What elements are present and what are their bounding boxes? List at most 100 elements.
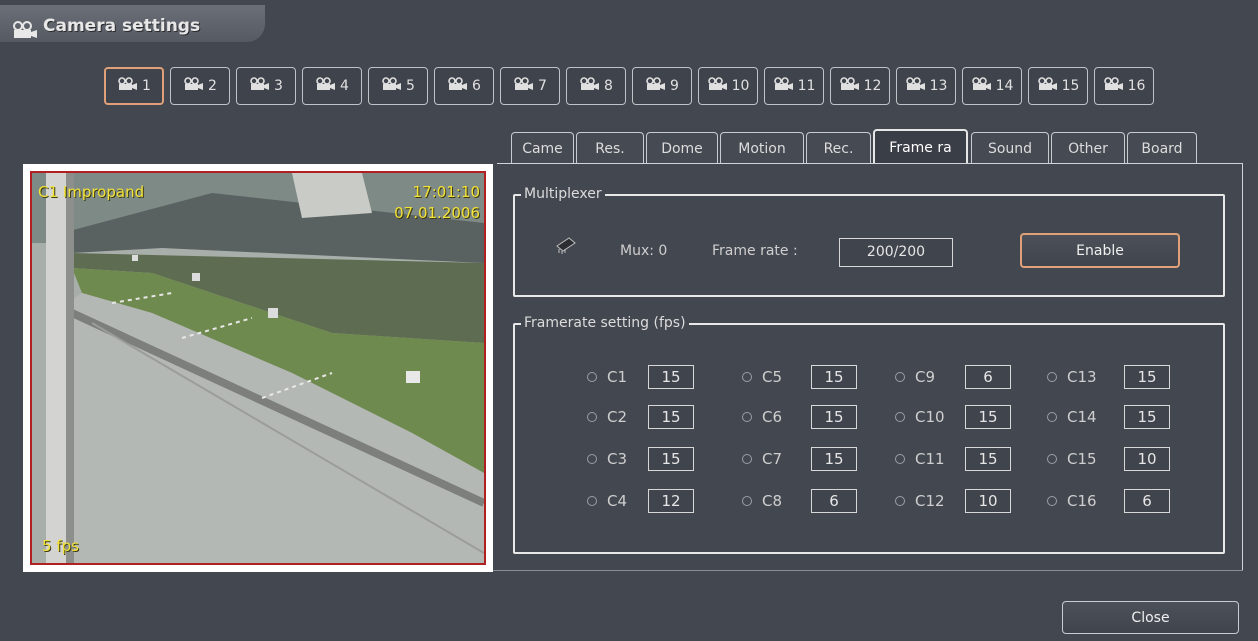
camera-button-10[interactable]: 10: [698, 67, 758, 105]
channel-fps-input[interactable]: 6: [965, 365, 1011, 389]
time-overlay: 17:01:10: [412, 183, 480, 201]
channel-label: C1: [607, 368, 628, 386]
channel-radio[interactable]: [587, 412, 597, 422]
channel-radio[interactable]: [895, 412, 905, 422]
camera-icon: [579, 77, 601, 95]
channel-radio[interactable]: [742, 496, 752, 506]
channel-fps-input[interactable]: 15: [648, 405, 694, 429]
channel-radio[interactable]: [587, 372, 597, 382]
camera-button-3[interactable]: 3: [236, 67, 296, 105]
tab-motion[interactable]: Motion: [720, 132, 804, 164]
channel-label: C4: [607, 492, 628, 510]
camera-icon: [773, 77, 795, 95]
tab-other[interactable]: Other: [1051, 132, 1125, 164]
camera-settings-window: Camera settings 1 2 3 4 5 6 7 8 9 10 11 12 13 14 15 16 …: [0, 0, 1258, 641]
camera-button-label: 3: [274, 78, 283, 94]
tab-divider: [497, 163, 1242, 164]
channel-label: C11: [915, 450, 945, 468]
channel-label: C12: [915, 492, 945, 510]
camera-icon: [183, 77, 205, 95]
tab-came[interactable]: Came: [511, 132, 574, 164]
channel-label: C13: [1067, 368, 1097, 386]
camera-button-label: 5: [406, 78, 415, 94]
channel-fps-input[interactable]: 15: [648, 447, 694, 471]
fps-overlay: 5 fps: [42, 537, 79, 555]
channel-label: C10: [915, 408, 945, 426]
close-button[interactable]: Close: [1062, 601, 1239, 634]
channel-radio[interactable]: [1047, 372, 1057, 382]
video-feed: C1 Impropand 17:01:10 07.01.2006 5 fps: [30, 171, 486, 565]
camera-button-9[interactable]: 9: [632, 67, 692, 105]
camera-button-2[interactable]: 2: [170, 67, 230, 105]
camera-button-8[interactable]: 8: [566, 67, 626, 105]
camera-button-1[interactable]: 1: [104, 67, 164, 105]
channel-fps-input[interactable]: 15: [811, 447, 857, 471]
enable-button[interactable]: Enable: [1020, 233, 1180, 268]
tab-dome[interactable]: Dome: [646, 132, 718, 164]
channel-label: C2: [607, 408, 628, 426]
channel-fps-input[interactable]: 15: [811, 405, 857, 429]
camera-icon: [117, 77, 139, 95]
channel-label: C14: [1067, 408, 1097, 426]
channel-fps-input[interactable]: 10: [965, 489, 1011, 513]
channel-fps-input[interactable]: 15: [965, 447, 1011, 471]
mux-label: Mux: 0: [620, 243, 668, 259]
channel-fps-input[interactable]: 6: [1124, 489, 1170, 513]
channel-label: C15: [1067, 450, 1097, 468]
channel-radio[interactable]: [895, 496, 905, 506]
camera-button-4[interactable]: 4: [302, 67, 362, 105]
channel-fps-input[interactable]: 12: [648, 489, 694, 513]
channel-radio[interactable]: [587, 454, 597, 464]
camera-button-12[interactable]: 12: [830, 67, 890, 105]
channel-radio[interactable]: [895, 372, 905, 382]
channel-fps-input[interactable]: 10: [1124, 447, 1170, 471]
camera-button-label: 13: [929, 78, 948, 94]
channel-label: C6: [762, 408, 783, 426]
camera-button-label: 10: [731, 78, 750, 94]
camera-button-label: 8: [604, 78, 613, 94]
camera-button-16[interactable]: 16: [1094, 67, 1154, 105]
camera-icon: [905, 77, 927, 95]
channel-fps-input[interactable]: 6: [811, 489, 857, 513]
camera-button-13[interactable]: 13: [896, 67, 956, 105]
channel-label: C3: [607, 450, 628, 468]
window-title: Camera settings: [43, 16, 201, 36]
tab-board[interactable]: Board: [1127, 132, 1197, 164]
channel-radio[interactable]: [1047, 454, 1057, 464]
channel-fps-input[interactable]: 15: [811, 365, 857, 389]
camera-image: [32, 173, 484, 563]
channel-label: C7: [762, 450, 783, 468]
camera-button-6[interactable]: 6: [434, 67, 494, 105]
channel-fps-input[interactable]: 15: [1124, 405, 1170, 429]
camera-button-label: 11: [797, 78, 816, 94]
tab-frame-ra[interactable]: Frame ra: [873, 129, 968, 164]
camera-button-15[interactable]: 15: [1028, 67, 1088, 105]
channel-radio[interactable]: [742, 412, 752, 422]
camera-icon: [12, 21, 38, 43]
tab-res[interactable]: Res.: [576, 132, 644, 164]
channel-fps-input[interactable]: 15: [648, 365, 694, 389]
frame-rate-label: Frame rate :: [712, 243, 798, 259]
camera-icon: [315, 77, 337, 95]
channel-radio[interactable]: [1047, 496, 1057, 506]
camera-button-14[interactable]: 14: [962, 67, 1022, 105]
channel-radio[interactable]: [1047, 412, 1057, 422]
camera-button-label: 2: [208, 78, 217, 94]
channel-fps-input[interactable]: 15: [965, 405, 1011, 429]
camera-button-11[interactable]: 11: [764, 67, 824, 105]
channel-radio[interactable]: [587, 496, 597, 506]
frame-rate-field[interactable]: 200/200: [839, 238, 953, 267]
camera-button-5[interactable]: 5: [368, 67, 428, 105]
camera-button-label: 15: [1061, 78, 1080, 94]
channel-radio[interactable]: [742, 372, 752, 382]
channel-fps-input[interactable]: 15: [1124, 365, 1170, 389]
channel-radio[interactable]: [742, 454, 752, 464]
camera-icon: [971, 77, 993, 95]
channel-radio[interactable]: [895, 454, 905, 464]
camera-icon: [707, 77, 729, 95]
tab-rec[interactable]: Rec.: [806, 132, 871, 164]
tab-sound[interactable]: Sound: [971, 132, 1049, 164]
camera-icon: [249, 77, 271, 95]
camera-button-7[interactable]: 7: [500, 67, 560, 105]
camera-icon: [839, 77, 861, 95]
